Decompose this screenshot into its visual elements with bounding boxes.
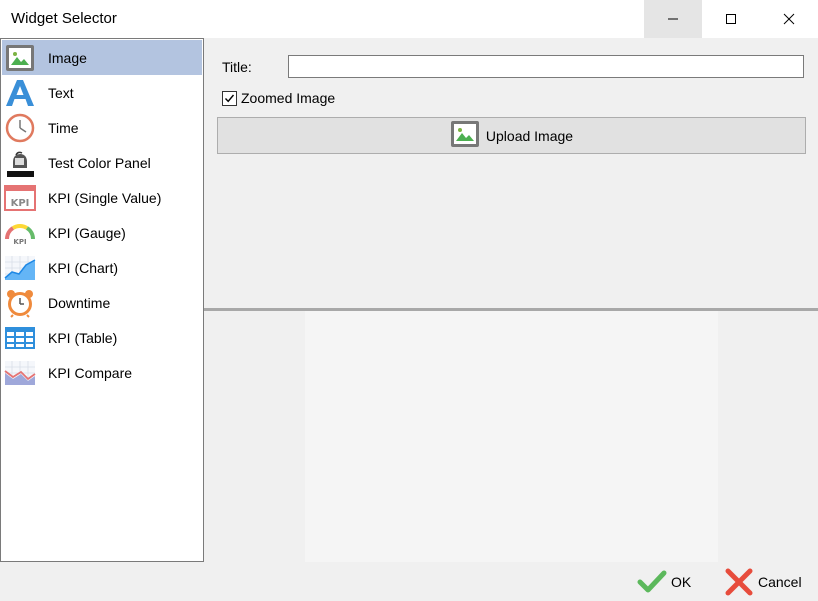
widget-item-kpi-chart[interactable]: KPI (Chart) [2,250,202,285]
upload-image-button[interactable]: Upload Image [217,117,806,154]
widget-item-label: Time [48,119,79,136]
widget-settings-panel: Title: Zoomed Image Upload Image [204,38,818,562]
close-icon [783,13,795,25]
cancel-x-icon [725,568,753,596]
widget-item-image[interactable]: Image [2,40,202,75]
widget-item-label: KPI (Table) [48,329,118,346]
cancel-label: Cancel [758,574,802,590]
image-preview-area [204,311,818,562]
svg-text:KPI: KPI [13,238,26,246]
settings-form: Title: Zoomed Image Upload Image [204,38,818,308]
widget-item-kpi-gauge[interactable]: KPI KPI (Gauge) [2,215,202,250]
image-preview-canvas [305,311,718,562]
zoomed-image-checkbox[interactable] [222,90,237,106]
table-icon [2,320,38,355]
minimize-icon [668,18,678,20]
maximize-icon [726,14,736,24]
widget-item-time[interactable]: Time [2,110,202,145]
widget-selector-window: Widget Selector Image Text Time Test Col… [0,0,818,601]
widget-item-label: KPI (Gauge) [48,224,126,241]
widget-item-label: KPI (Single Value) [48,189,162,206]
widget-item-label: Text [48,84,74,101]
widget-item-label: Test Color Panel [48,154,151,171]
ok-button[interactable]: OK [637,567,691,597]
widget-item-kpi-compare[interactable]: KPI Compare [2,355,202,390]
checkmark-icon [224,94,235,102]
widget-item-label: KPI Compare [48,364,133,381]
close-button[interactable] [760,0,818,38]
widget-item-test-color-panel[interactable]: Test Color Panel [2,145,202,180]
svg-text:KPI: KPI [11,198,30,209]
widget-item-kpi-table[interactable]: KPI (Table) [2,320,202,355]
compare-chart-icon [2,355,38,390]
kpi-value-icon: KPI [2,180,38,215]
widget-item-text[interactable]: Text [2,75,202,110]
title-input[interactable] [288,55,804,78]
paint-bucket-icon [2,145,38,180]
widget-item-label: Image [48,49,87,66]
alarm-clock-icon [2,285,38,320]
clock-icon [2,110,38,145]
widget-item-kpi-single-value[interactable]: KPI KPI (Single Value) [2,180,202,215]
kpi-gauge-icon: KPI [2,215,38,250]
kpi-chart-icon [2,250,38,285]
maximize-button[interactable] [702,0,760,38]
image-icon [450,120,480,151]
upload-image-label: Upload Image [485,127,574,144]
zoomed-image-option[interactable]: Zoomed Image [222,90,335,106]
window-title: Widget Selector [11,10,117,27]
zoomed-image-label: Zoomed Image [241,90,336,106]
minimize-button[interactable] [644,0,702,38]
widget-list: Image Text Time Test Color Panel KPI KPI… [0,38,204,562]
title-label: Title: [222,59,252,75]
title-bar: Widget Selector [0,0,818,38]
dialog-footer: OK Cancel [0,562,818,601]
ok-label: OK [671,574,692,590]
widget-item-label: Downtime [48,294,111,311]
widget-item-label: KPI (Chart) [48,259,119,276]
text-icon [2,75,38,110]
image-icon [2,40,38,75]
checkmark-icon [637,570,667,593]
cancel-button[interactable]: Cancel [724,567,802,597]
widget-item-downtime[interactable]: Downtime [2,285,202,320]
